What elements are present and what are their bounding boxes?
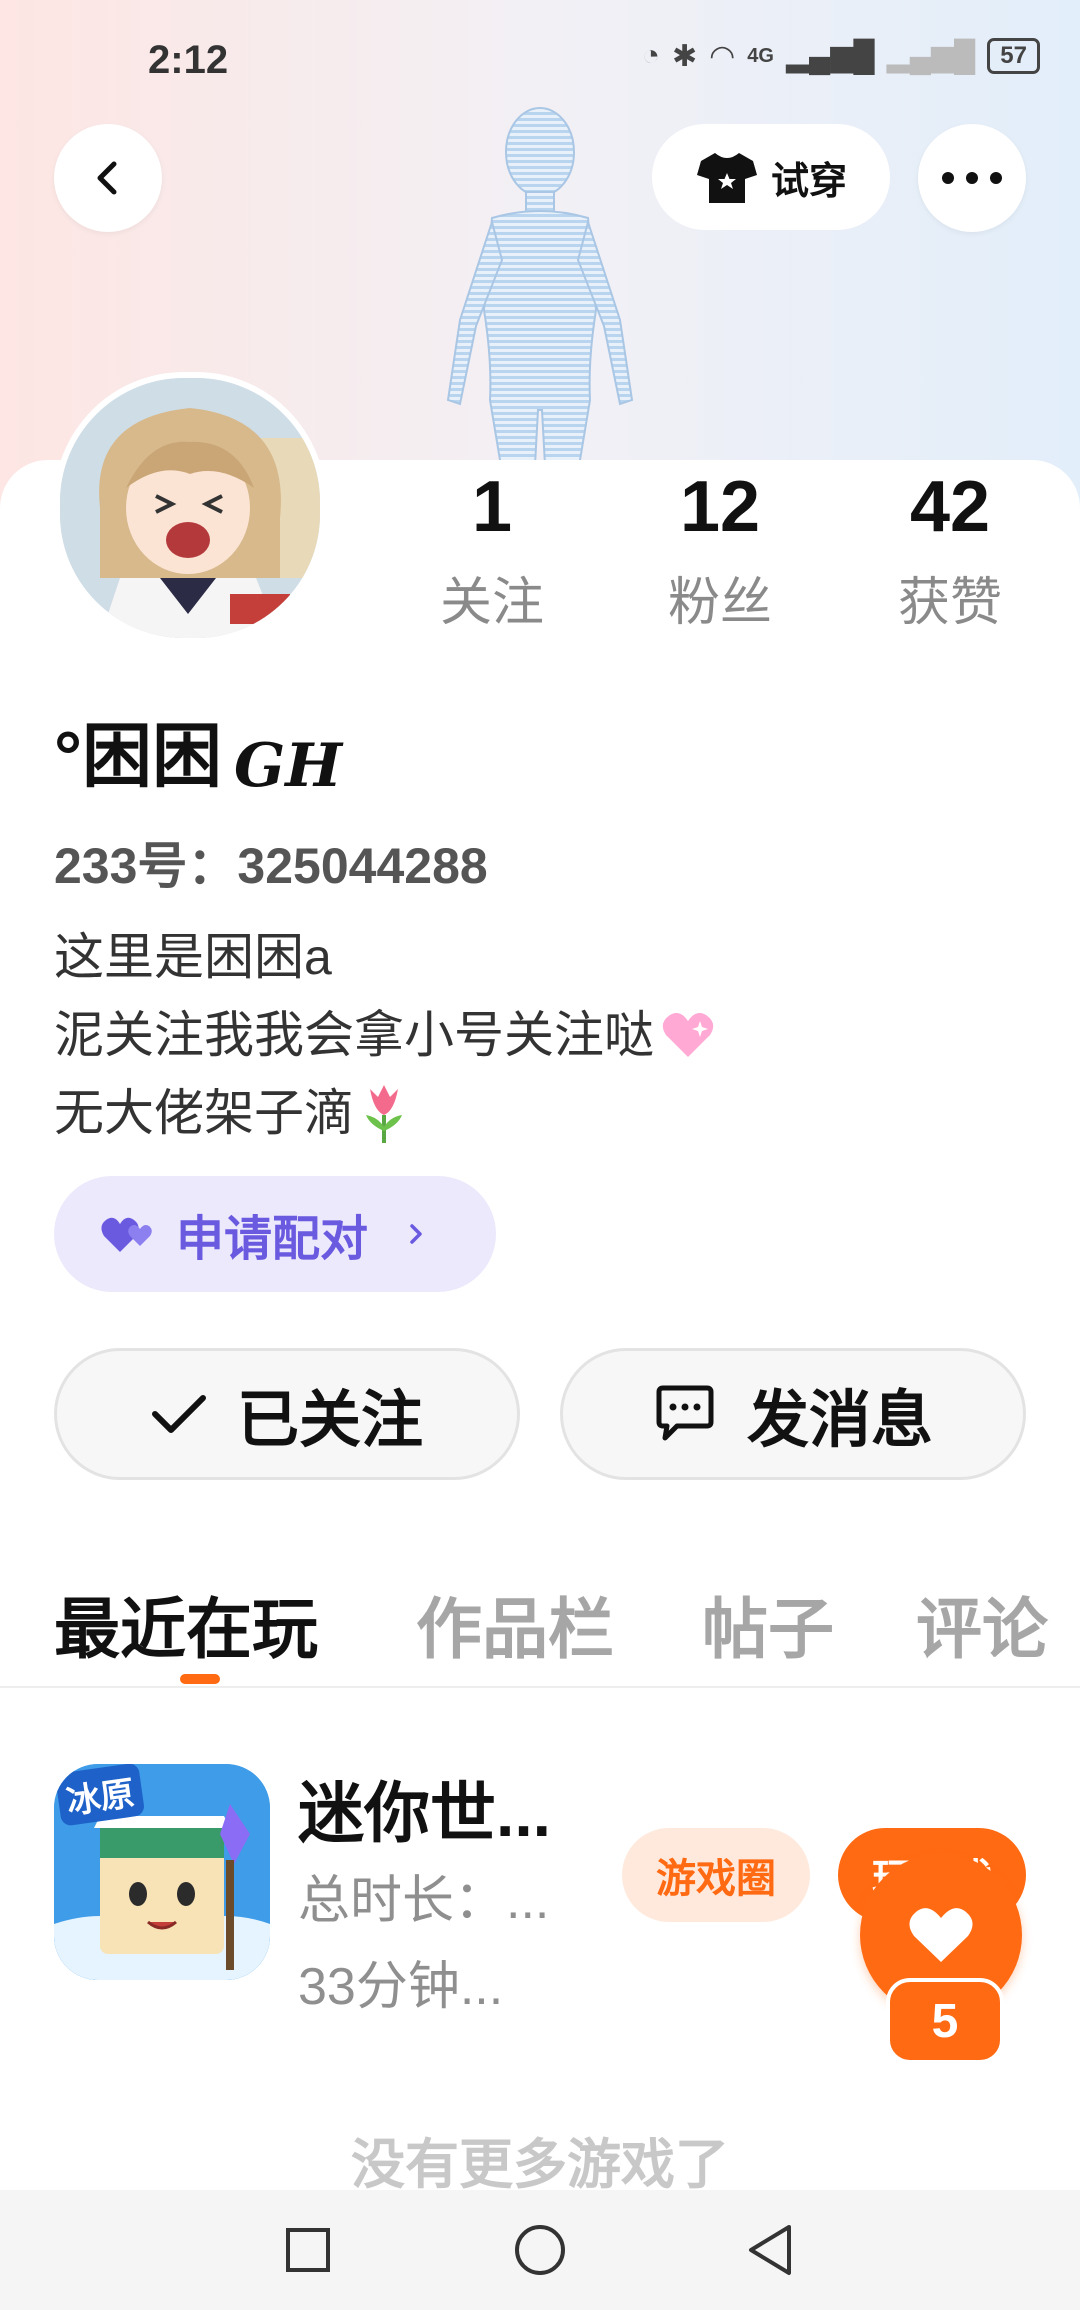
- bio-line-text: 泥关注我我会拿小号关注哒: [54, 1007, 654, 1063]
- bio-line-text: 无大佬架子滴: [54, 1085, 354, 1141]
- data-saver-icon: ◔: [641, 39, 660, 72]
- following-count: 1: [471, 467, 513, 547]
- likes-label: 获赞: [897, 574, 1002, 632]
- try-on-button[interactable]: 试穿: [652, 124, 890, 230]
- battery-indicator: 57: [987, 38, 1040, 74]
- followers-label: 粉丝: [667, 574, 772, 632]
- recent-apps-button[interactable]: [276, 2218, 340, 2282]
- game-recent-time: 33分钟...: [298, 1958, 504, 2016]
- tshirt-icon: [696, 153, 757, 203]
- game-name: 迷你世...: [298, 1776, 552, 1850]
- like-count-badge: 5: [886, 1978, 1004, 2064]
- bio-line: 这里是困困a: [54, 918, 716, 996]
- chat-bubble-icon: [656, 1385, 714, 1441]
- status-bar: 2:12 ◔ ✱ ◠ 4G ▂▄▆█ ▂▄▆█ 57: [0, 0, 1080, 120]
- bluetooth-icon: ✱: [671, 39, 698, 73]
- tab-works[interactable]: 作品栏: [416, 1576, 614, 1672]
- system-navigation-bar: [0, 2190, 1080, 2310]
- wifi-icon: ◠: [709, 39, 736, 73]
- stat-followers[interactable]: 12 粉丝: [640, 462, 800, 635]
- heart-icon: [909, 1908, 973, 1962]
- followers-count: 12: [679, 467, 761, 547]
- checkmark-icon: [151, 1395, 206, 1433]
- following-button[interactable]: 已关注: [54, 1348, 520, 1480]
- username-text: °困困: [54, 717, 222, 795]
- bio-line: 无大佬架子滴: [54, 1074, 716, 1152]
- tulip-icon: [366, 1085, 402, 1143]
- more-options-button[interactable]: [918, 124, 1026, 232]
- home-button[interactable]: [508, 2218, 572, 2282]
- try-on-label: 试穿: [770, 160, 847, 203]
- anime-avatar-image: [60, 378, 320, 638]
- stat-following[interactable]: 1 关注: [412, 462, 572, 635]
- tab-comments[interactable]: 评论: [916, 1576, 1048, 1672]
- back-nav-button[interactable]: [738, 2218, 802, 2282]
- active-tab-indicator: [180, 1674, 220, 1684]
- tab-posts[interactable]: 帖子: [702, 1576, 834, 1672]
- bio-line: 泥关注我我会拿小号关注哒: [54, 996, 716, 1074]
- game-icon[interactable]: 冰原: [54, 1764, 270, 1980]
- chevron-left-icon: [97, 161, 117, 195]
- likes-count: 42: [909, 467, 991, 547]
- back-button[interactable]: [54, 124, 162, 232]
- hearts-icon: [101, 1217, 152, 1252]
- status-icons: ◔ ✱ ◠ 4G ▂▄▆█ ▂▄▆█ 57: [642, 38, 1040, 74]
- signal-2-icon: ▂▄▆█: [886, 39, 976, 73]
- triangle-back-icon: [749, 2225, 791, 2275]
- signal-icon: ▂▄▆█: [785, 39, 875, 73]
- game-meta: 总时长：... 33分钟...: [298, 1858, 549, 2030]
- bio-line-text: 这里是困困a: [54, 929, 332, 985]
- user-avatar[interactable]: [54, 372, 326, 644]
- circle-icon: [515, 2225, 565, 2275]
- chevron-right-icon: [410, 1224, 422, 1244]
- apply-pair-button[interactable]: 申请配对: [54, 1176, 496, 1292]
- user-bio: 这里是困困a 泥关注我我会拿小号关注哒 无大佬架子滴: [54, 918, 716, 1152]
- apply-pair-label: 申请配对: [176, 1213, 369, 1266]
- game-total-time: 总时长：...: [298, 1872, 550, 1930]
- send-message-label: 发消息: [746, 1386, 933, 1455]
- following-label: 关注: [439, 574, 544, 632]
- game-circle-button[interactable]: 游戏圈: [622, 1828, 810, 1922]
- username-suffix: GH: [234, 731, 342, 801]
- square-icon: [286, 2228, 330, 2272]
- sparkling-heart-icon: [662, 1013, 714, 1057]
- profile-tabs: 最近在玩 作品栏 帖子 评论: [0, 1560, 1080, 1688]
- no-more-games-text: 没有更多游戏了: [351, 2135, 729, 2195]
- username: °困困 GH: [54, 700, 342, 801]
- send-message-button[interactable]: 发消息: [560, 1348, 1026, 1480]
- user-id: 233号：325044288: [54, 838, 488, 894]
- network-type: 4G: [747, 44, 774, 67]
- more-dots-icon: [942, 172, 1002, 184]
- avatar-3d-figure[interactable]: [420, 100, 660, 520]
- stat-likes[interactable]: 42 获赞: [870, 462, 1030, 635]
- following-button-label: 已关注: [236, 1386, 423, 1455]
- status-time: 2:12: [148, 38, 229, 82]
- tab-recently-played[interactable]: 最近在玩: [54, 1576, 318, 1672]
